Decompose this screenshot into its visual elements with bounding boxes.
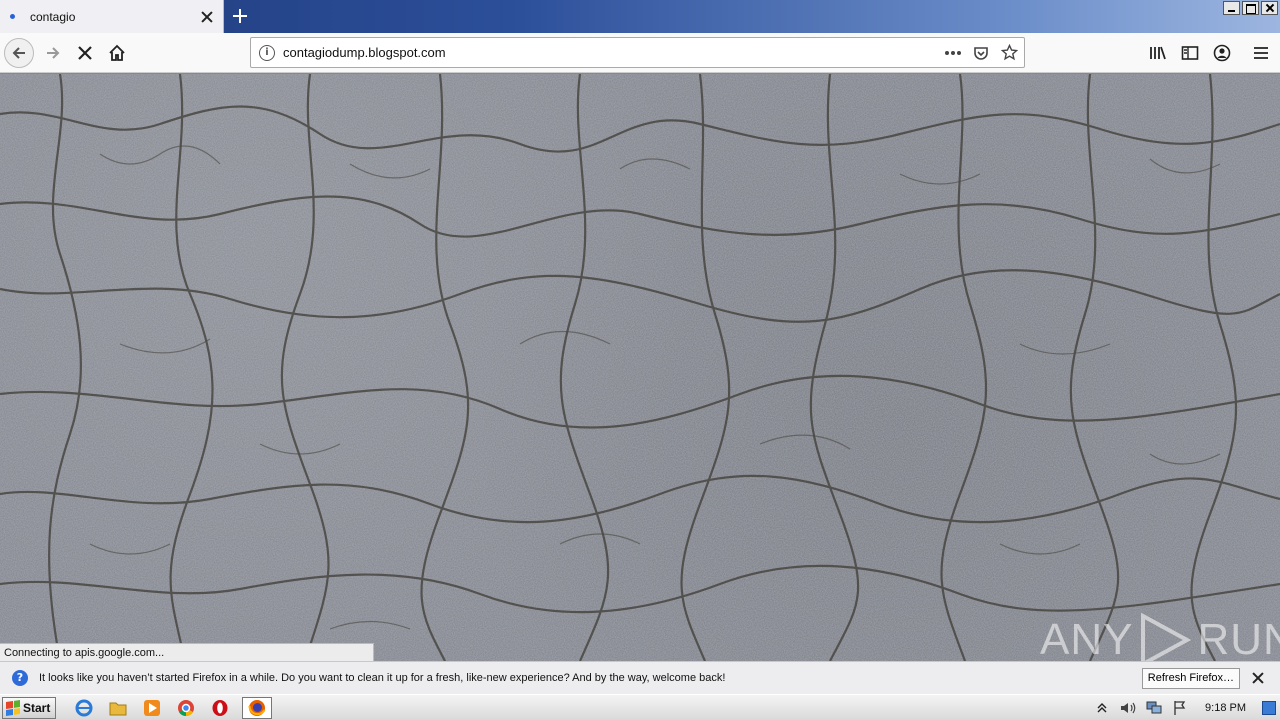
status-text: Connecting to apis.google.com...	[4, 647, 165, 659]
new-tab-button[interactable]	[230, 6, 250, 26]
library-button[interactable]	[1143, 38, 1173, 68]
back-arrow-icon	[12, 47, 25, 59]
refresh-firefox-button[interactable]: Refresh Firefox…	[1141, 667, 1240, 689]
notification-message: It looks like you haven’t started Firefo…	[39, 672, 726, 684]
close-window-button[interactable]	[1261, 1, 1278, 15]
back-button[interactable]	[4, 38, 34, 68]
show-desktop-icon[interactable]	[1262, 700, 1276, 715]
windows-logo-icon	[6, 699, 20, 716]
start-label: Start	[23, 700, 51, 715]
home-icon	[109, 44, 125, 61]
navigation-toolbar: i contagiodump.blogspot.com	[0, 33, 1280, 73]
taskbar-clock[interactable]: 9:18 PM	[1205, 702, 1246, 714]
stop-icon	[78, 46, 92, 60]
action-center-flag-icon[interactable]	[1171, 699, 1189, 717]
stop-loading-button[interactable]	[70, 38, 100, 68]
internet-explorer-icon[interactable]	[72, 697, 96, 719]
account-button[interactable]	[1207, 38, 1237, 68]
tab-title: contagio	[30, 9, 76, 24]
minimize-button[interactable]	[1223, 1, 1240, 15]
tab-contagio[interactable]: contagio	[0, 0, 224, 33]
system-tray: 9:18 PM	[1093, 695, 1280, 720]
tab-loading-icon	[10, 14, 15, 19]
url-bar[interactable]: i contagiodump.blogspot.com	[250, 37, 1025, 68]
tab-strip: contagio	[0, 0, 1280, 33]
window-controls	[1223, 1, 1278, 15]
watermark-right-text: RUN	[1197, 615, 1280, 664]
forward-arrow-icon	[47, 47, 60, 59]
sidebar-button[interactable]	[1175, 38, 1205, 68]
opera-icon[interactable]	[208, 697, 232, 719]
page-content-background	[0, 74, 1280, 661]
network-icon[interactable]	[1145, 699, 1163, 717]
library-icon	[1150, 46, 1166, 60]
hamburger-menu-icon	[1254, 47, 1268, 59]
notification-close-icon[interactable]	[1250, 670, 1266, 686]
windows-taskbar: Start 9:18 PM	[0, 694, 1280, 720]
restore-button[interactable]	[1242, 1, 1259, 15]
status-panel: Connecting to apis.google.com...	[0, 643, 374, 662]
anyrun-watermark: ANY RUN	[1040, 612, 1280, 668]
home-button[interactable]	[102, 38, 132, 68]
tray-expand-icon[interactable]	[1093, 699, 1111, 717]
firefox-icon[interactable]	[242, 696, 272, 719]
account-icon	[1213, 44, 1231, 62]
site-info-icon[interactable]: i	[259, 44, 275, 61]
notification-bar: ? It looks like you haven’t started Fire…	[0, 661, 1280, 694]
chrome-icon[interactable]	[174, 697, 198, 719]
question-icon: ?	[12, 670, 28, 686]
watermark-left-text: ANY	[1040, 615, 1134, 664]
bookmark-star-icon[interactable]	[1000, 44, 1018, 62]
url-text[interactable]: contagiodump.blogspot.com	[283, 45, 944, 60]
volume-icon[interactable]	[1119, 699, 1137, 717]
start-button[interactable]: Start	[2, 696, 56, 719]
asphalt-texture	[0, 74, 1280, 661]
page-actions-icon[interactable]	[944, 44, 962, 62]
play-logo-icon	[1141, 612, 1192, 668]
sidebar-icon	[1181, 46, 1199, 60]
forward-button[interactable]	[38, 38, 68, 68]
menu-button[interactable]	[1246, 38, 1276, 68]
file-explorer-icon[interactable]	[106, 697, 130, 719]
tab-close-icon[interactable]	[199, 9, 215, 25]
media-player-icon[interactable]	[140, 697, 164, 719]
pocket-icon[interactable]	[972, 44, 990, 62]
